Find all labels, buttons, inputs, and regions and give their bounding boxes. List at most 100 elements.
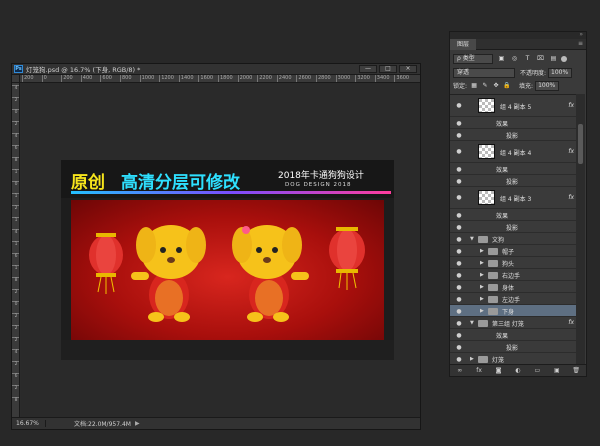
add-mask-icon[interactable]: ◙ — [494, 366, 503, 375]
panel-menu-icon[interactable]: ≡ — [578, 40, 583, 47]
lock-position-icon[interactable]: ✥ — [492, 82, 500, 90]
horizontal-ruler[interactable]: 200 0 200 400 600 800 1000 1200 1400 1600 1800 2000… — [20, 75, 420, 83]
visibility-eye-icon[interactable]: ● — [452, 236, 466, 243]
vertical-ruler[interactable]: 420246810121416182022242628 — [12, 83, 20, 417]
expand-arrow-right-icon[interactable]: ▶ — [480, 260, 484, 266]
layer-row[interactable]: ● ▶ 左边手 — [450, 293, 577, 305]
layer-row[interactable]: ● ▶ 灯笼 — [450, 353, 577, 364]
visibility-eye-icon[interactable]: ● — [452, 260, 466, 267]
visibility-eye-icon[interactable]: ● — [452, 212, 466, 219]
expand-arrow-down-icon[interactable]: ▼ — [470, 236, 474, 242]
layer-row[interactable]: ● 效果 — [450, 209, 577, 221]
close-button[interactable]: × — [399, 65, 417, 73]
blend-row: 穿透 不透明度: 100% — [453, 67, 583, 78]
lock-pixels-icon[interactable]: ✎ — [481, 82, 489, 90]
filter-toggle[interactable] — [561, 55, 567, 62]
layer-row[interactable]: ● 投影 — [450, 221, 577, 233]
ruler-tick: 8 — [12, 277, 19, 283]
visibility-eye-icon[interactable]: ● — [452, 308, 466, 315]
status-menu-icon[interactable]: ▶ — [135, 420, 140, 427]
layer-row[interactable]: ● 效果 — [450, 163, 577, 175]
layer-row[interactable]: ● 组 4 副本 5 fx — [450, 95, 577, 117]
collapse-icon[interactable]: » — [579, 32, 583, 38]
layers-scrollbar[interactable] — [576, 94, 585, 364]
visibility-eye-icon[interactable]: ● — [452, 272, 466, 279]
add-style-icon[interactable]: fx — [475, 366, 484, 375]
document-tab[interactable]: Ps 灯笼狗.psd @ 16.7% (下身, RGB/8) * — □ × — [12, 64, 420, 75]
layer-row[interactable]: ● 投影 — [450, 175, 577, 187]
expand-arrow-right-icon[interactable]: ▶ — [480, 272, 484, 278]
blend-mode-select[interactable]: 穿透 — [453, 67, 515, 78]
visibility-eye-icon[interactable]: ● — [452, 248, 466, 255]
ruler-tick: 200 — [61, 75, 73, 82]
new-layer-icon[interactable]: ▣ — [552, 366, 561, 375]
visibility-eye-icon[interactable]: ● — [452, 332, 466, 339]
layer-row[interactable]: ● ▶ 狗头 — [450, 257, 577, 269]
visibility-eye-icon[interactable]: ● — [452, 296, 466, 303]
tab-layers[interactable]: 图层 — [450, 39, 476, 50]
delete-layer-icon[interactable]: 🗑 — [572, 366, 581, 375]
visibility-eye-icon[interactable]: ● — [452, 132, 466, 139]
layer-row[interactable]: ● 组 4 副本 4 fx — [450, 141, 577, 163]
opacity-input[interactable]: 100% — [548, 67, 573, 78]
lock-all-icon[interactable]: 🔒 — [503, 82, 511, 90]
visibility-eye-icon[interactable]: ● — [452, 120, 466, 127]
layer-row[interactable]: ● 投影 — [450, 341, 577, 353]
adjustment-layer-icon[interactable]: ◐ — [513, 366, 522, 375]
ruler-tick: 2600 — [296, 75, 312, 82]
layer-filter-select[interactable]: ρ 类型 — [453, 53, 493, 64]
artwork-footer — [61, 340, 394, 360]
canvas-area[interactable]: 原创 高清分层可修改 2018年卡通狗狗设计 DOG DESIGN 2018 — [21, 83, 420, 417]
ruler-tick: 1 — [12, 265, 19, 271]
link-layers-icon[interactable]: ∞ — [455, 366, 464, 375]
ruler-tick: 1 — [12, 241, 19, 247]
ruler-tick: 4 — [12, 133, 19, 139]
effects-fx-icon[interactable]: fx — [568, 319, 574, 326]
pixel-filter-icon[interactable]: ▣ — [497, 54, 506, 63]
fill-input[interactable]: 100% — [535, 80, 560, 91]
visibility-eye-icon[interactable]: ● — [452, 356, 466, 363]
expand-arrow-right-icon[interactable]: ▶ — [480, 248, 484, 254]
effects-fx-icon[interactable]: fx — [568, 148, 574, 155]
layer-row[interactable]: ● ▼ 文狗 — [450, 233, 577, 245]
layer-row[interactable]: ● 组 4 副本 3 fx — [450, 187, 577, 209]
visibility-eye-icon[interactable]: ● — [452, 178, 466, 185]
visibility-eye-icon[interactable]: ● — [452, 284, 466, 291]
visibility-eye-icon[interactable]: ● — [452, 344, 466, 351]
layer-row[interactable]: ● ▶ 右边手 — [450, 269, 577, 281]
layer-row[interactable]: ● 效果 — [450, 329, 577, 341]
visibility-eye-icon[interactable]: ● — [452, 224, 466, 231]
expand-arrow-down-icon[interactable]: ▼ — [470, 320, 474, 326]
type-filter-icon[interactable]: T — [523, 54, 532, 63]
visibility-eye-icon[interactable]: ● — [452, 102, 466, 109]
lock-transparency-icon[interactable]: ▦ — [470, 82, 478, 90]
visibility-eye-icon[interactable]: ● — [452, 166, 466, 173]
layer-row[interactable]: ● ▼ 第三组 灯笼 fx — [450, 317, 577, 329]
layers-list[interactable]: ● 组 4 副本 5 fx ● 效果 ● 投影 ● 组 4 副本 4 fx ● 效果 ● 投影 ● 组 4 副… — [450, 94, 577, 364]
visibility-eye-icon[interactable]: ● — [452, 320, 466, 327]
minimize-button[interactable]: — — [359, 65, 377, 73]
expand-arrow-right-icon[interactable]: ▶ — [470, 356, 474, 362]
layer-row[interactable]: ● 效果 — [450, 117, 577, 129]
new-group-icon[interactable]: ▭ — [533, 366, 542, 375]
adjustment-filter-icon[interactable]: ◎ — [510, 54, 519, 63]
smart-object-filter-icon[interactable]: ▤ — [549, 54, 558, 63]
restore-button[interactable]: □ — [379, 65, 397, 73]
layer-row[interactable]: ● 投影 — [450, 129, 577, 141]
expand-arrow-right-icon[interactable]: ▶ — [480, 308, 484, 314]
effects-fx-icon[interactable]: fx — [568, 194, 574, 201]
effects-fx-icon[interactable]: fx — [568, 102, 574, 109]
expand-arrow-right-icon[interactable]: ▶ — [480, 284, 484, 290]
layer-row[interactable]: ● ▶ 身体 — [450, 281, 577, 293]
cartoon-dogs-illustration — [89, 225, 365, 322]
expand-arrow-right-icon[interactable]: ▶ — [480, 296, 484, 302]
visibility-eye-icon[interactable]: ● — [452, 148, 466, 155]
panel-header-strip[interactable]: » — [450, 32, 586, 39]
layer-row[interactable]: ● ▶ 帽子 — [450, 245, 577, 257]
zoom-level[interactable]: 16.67% — [12, 420, 46, 427]
layer-row[interactable]: ● ▶ 下身 — [450, 305, 577, 317]
visibility-eye-icon[interactable]: ● — [452, 194, 466, 201]
shape-filter-icon[interactable]: ⌧ — [536, 54, 545, 63]
scrollbar-thumb[interactable] — [578, 124, 583, 164]
ruler-corner[interactable] — [12, 75, 20, 83]
